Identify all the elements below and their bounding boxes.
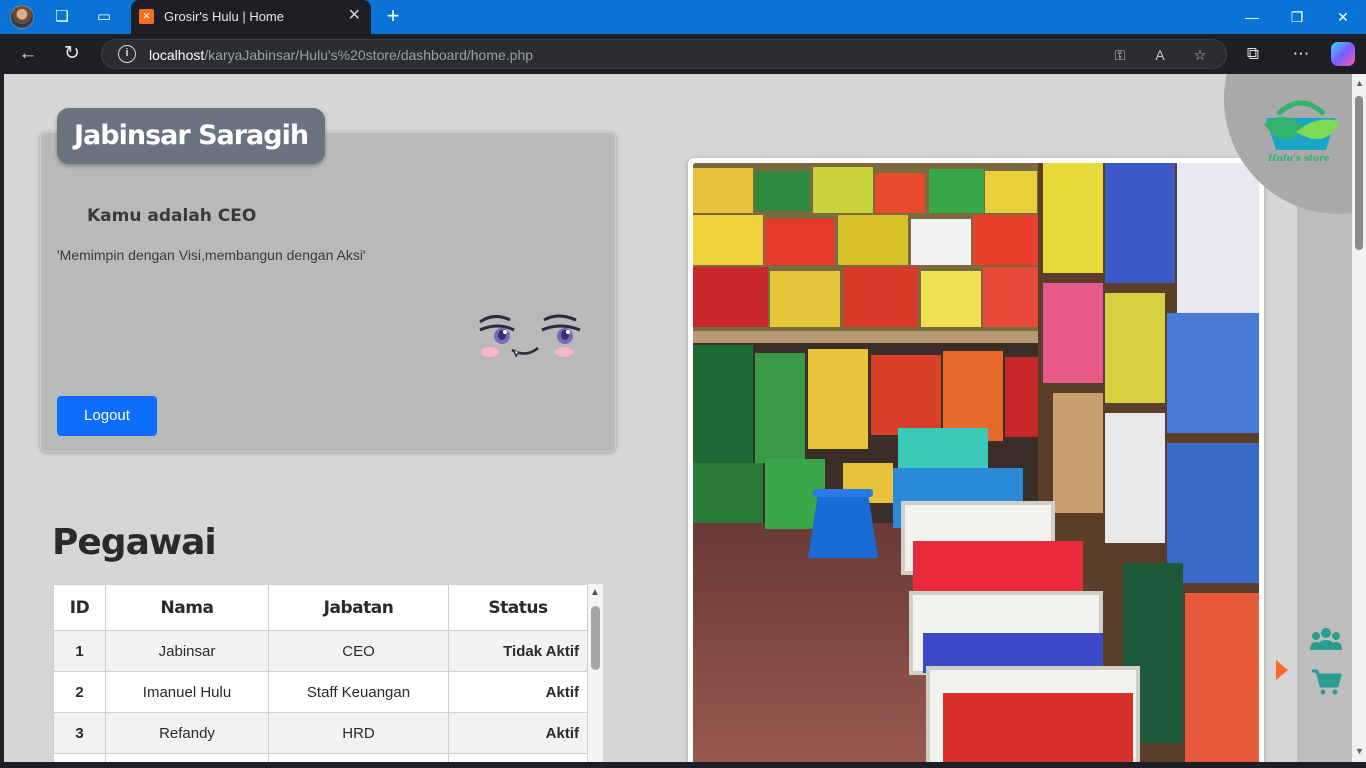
read-aloud-icon[interactable]: A [1150,45,1170,65]
url-path: /karyaJabinsar/Hulu's%20store/dashboard/… [204,47,534,63]
browser-toolbar: ← ↻ i localhost/karyaJabinsar/Hulu's%20s… [0,34,1366,74]
cell-jabatan: CEO [268,630,449,672]
url-host: localhost [149,47,205,63]
col-header-status: Status [448,584,588,631]
browser-titlebar: ❏ ▭ ✕ Grosir's Hulu | Home ✕ + — ❐ ✕ [0,0,1366,34]
table-header-row: ID Nama Jabatan Status [53,584,588,631]
arrow-right-icon[interactable] [1276,660,1288,680]
address-bar[interactable]: i localhost/karyaJabinsar/Hulu's%20store… [101,39,1227,69]
page-scroll-up-icon[interactable]: ▲ [1355,78,1364,88]
cart-icon[interactable] [1310,668,1342,696]
cell-status: Tidak Aktif [448,630,588,672]
scroll-up-icon[interactable]: ▲ [590,588,600,598]
url-text[interactable]: localhost/karyaJabinsar/Hulu's%20store/d… [149,47,533,63]
xampp-favicon-icon: ✕ [139,9,154,24]
cell-nama: Refandy [105,712,269,754]
store-photo [693,163,1259,762]
employees-table-container[interactable]: ID Nama Jabatan Status 1 Jabinsar CEO Ti… [53,584,603,762]
cell-nama: Jabinsar [105,630,269,672]
profile-avatar[interactable] [10,5,34,29]
cell-status: Aktif [448,712,588,754]
close-tab-icon[interactable]: ✕ [348,7,361,25]
logo-text: Hulu's store [1268,154,1330,164]
cell-id: 3 [53,712,106,754]
profile-role: Kamu adalah CEO [87,206,257,226]
table-row: 3 Refandy HRD Aktif [53,712,588,754]
table-row: 2 Imanuel Hulu Staff Keuangan Aktif [53,671,588,713]
table-row: 1 Jabinsar CEO Tidak Aktif [53,630,588,672]
workspaces-icon[interactable]: ❏ [52,7,72,27]
table-scrollbar[interactable]: ▲ [588,584,603,762]
reload-icon[interactable]: ↻ [60,42,84,66]
back-icon[interactable]: ← [16,42,40,66]
col-header-jabatan: Jabatan [268,584,449,631]
tab-actions-icon[interactable]: ▭ [94,7,114,27]
window-bottom-edge [0,762,1366,768]
store-photo-frame [688,158,1264,762]
users-icon[interactable] [1310,626,1342,654]
cell-jabatan: Staff Keuangan [268,671,449,713]
page-scrollbar[interactable]: ▲ ▼ [1352,74,1366,762]
profile-motto: 'Memimpin dengan Visi,membangun dengan A… [57,247,366,263]
tab-title: Grosir's Hulu | Home [164,9,284,24]
cell-jabatan: HRD [268,712,449,754]
anime-face-icon [479,314,581,358]
employees-table: ID Nama Jabatan Status 1 Jabinsar CEO Ti… [53,584,588,762]
close-window-icon[interactable]: ✕ [1333,7,1353,27]
browser-tab[interactable]: ✕ Grosir's Hulu | Home ✕ [131,0,371,34]
site-info-icon[interactable]: i [118,45,136,63]
cell-status: Aktif [448,671,588,713]
cell-id: 2 [53,671,106,713]
more-menu-icon[interactable]: ⋯ [1290,43,1312,65]
new-tab-button[interactable]: + [382,5,404,27]
col-header-id: ID [53,584,106,631]
copilot-icon[interactable] [1331,42,1355,66]
cell-id: 1 [53,630,106,672]
extensions-icon[interactable]: ⧉ [1242,43,1264,65]
logout-button[interactable]: Logout [57,396,157,436]
cell-nama: Imanuel Hulu [105,671,269,713]
restore-icon[interactable]: ❐ [1287,7,1307,27]
col-header-nama: Nama [105,584,269,631]
favorite-star-icon[interactable]: ☆ [1190,45,1210,65]
page-scroll-thumb[interactable] [1355,96,1363,250]
page-scroll-down-icon[interactable]: ▼ [1355,746,1364,756]
page-viewport: Jabinsar Saragih Kamu adalah CEO 'Memimp… [4,74,1366,762]
profile-name-badge: Jabinsar Saragih [57,108,326,164]
minimize-icon[interactable]: — [1242,7,1262,27]
table-scroll-thumb[interactable] [591,606,600,670]
key-icon[interactable]: ⚿ [1110,45,1130,65]
profile-name: Jabinsar Saragih [74,120,309,151]
table-row [53,753,588,762]
employees-title: Pegawai [52,522,217,563]
